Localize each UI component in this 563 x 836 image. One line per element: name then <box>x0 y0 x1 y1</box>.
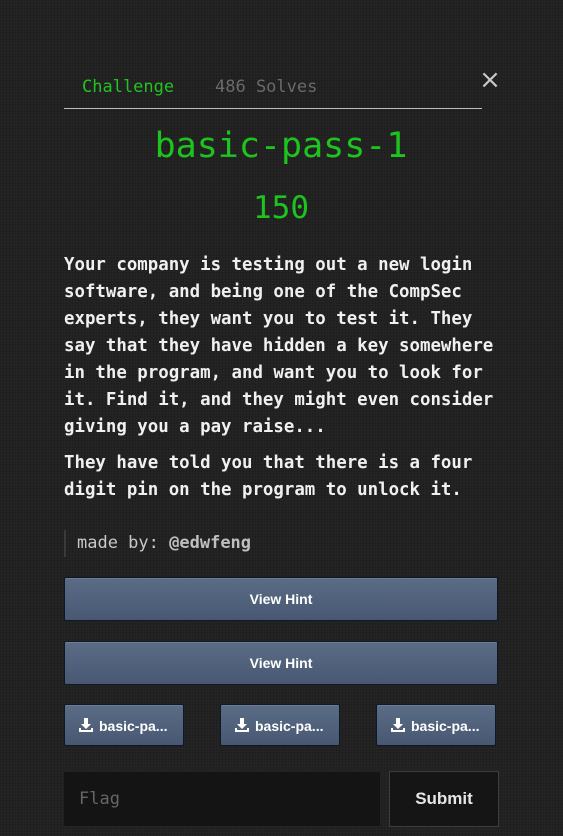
challenge-description: Your company is testing out a new login … <box>64 252 504 513</box>
tab-solves[interactable]: 486 Solves <box>215 76 317 98</box>
download-icon <box>79 718 93 732</box>
challenge-points: 150 <box>253 190 309 226</box>
submit-button[interactable]: Submit <box>389 771 499 827</box>
description-paragraph: They have told you that there is a four … <box>64 453 473 500</box>
view-hint-button[interactable]: View Hint <box>64 577 498 621</box>
description-paragraph: Your company is testing out a new login … <box>64 255 494 437</box>
author-handle: @edwfeng <box>169 533 252 553</box>
flag-input[interactable] <box>64 772 380 826</box>
download-file-button[interactable]: basic-pa... <box>220 704 340 746</box>
download-icon <box>235 718 249 732</box>
author-credit: made by: @edwfeng <box>64 530 251 557</box>
file-name: basic-pa... <box>99 718 168 734</box>
author-prefix: made by: <box>77 533 159 553</box>
challenge-modal: × Challenge 486 Solves basic-pass-1 150 … <box>0 0 563 836</box>
challenge-tabs: Challenge 486 Solves <box>64 70 482 109</box>
download-icon <box>391 718 405 732</box>
download-file-button[interactable]: basic-pa... <box>64 704 184 746</box>
tab-challenge[interactable]: Challenge <box>82 76 174 98</box>
file-name: basic-pa... <box>255 718 324 734</box>
file-name: basic-pa... <box>411 718 480 734</box>
download-file-button[interactable]: basic-pa... <box>376 704 496 746</box>
challenge-title: basic-pass-1 <box>154 126 408 166</box>
view-hint-button[interactable]: View Hint <box>64 641 498 685</box>
